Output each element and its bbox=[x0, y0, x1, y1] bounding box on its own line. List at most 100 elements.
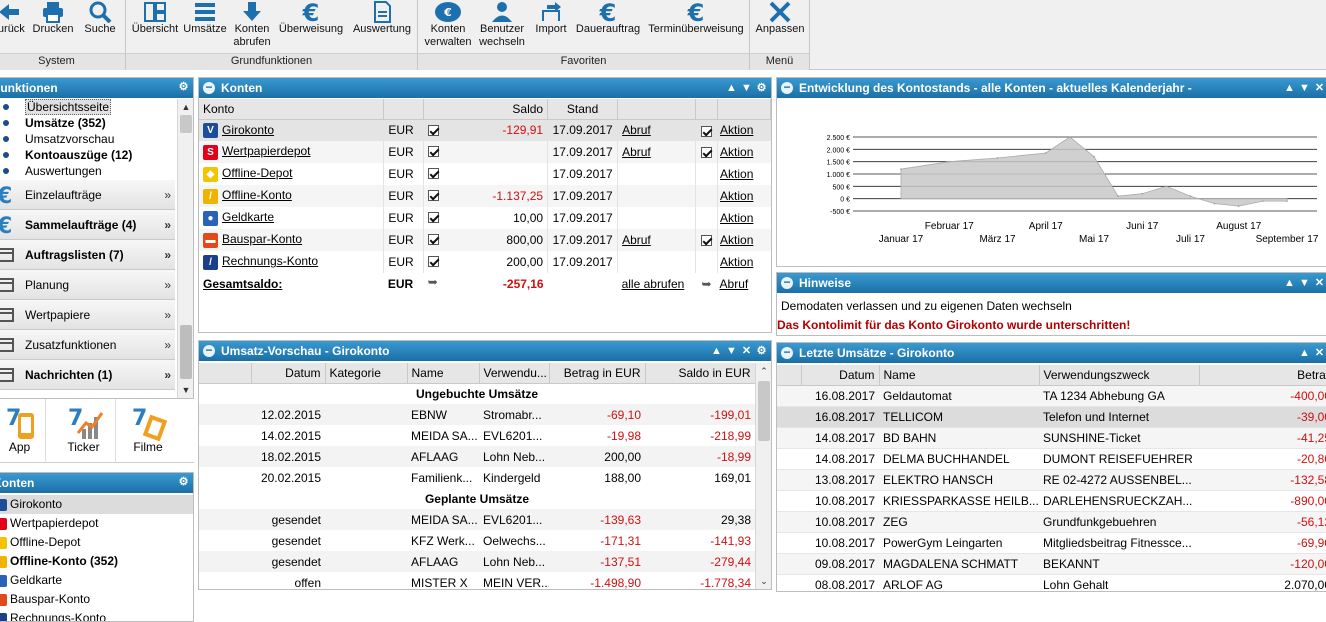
function-group-4[interactable]: Wertpapiere » bbox=[0, 300, 175, 330]
account-row[interactable]: ● Geldkarte EUR 10,00 17.09.2017 Aktion bbox=[199, 207, 771, 229]
scroll-thumb[interactable] bbox=[180, 115, 192, 133]
transaction-row[interactable]: 10.08.2017 PowerGym Leingarten Mitgliedsbe… bbox=[777, 532, 1326, 553]
customize-button[interactable]: Anpassen bbox=[752, 0, 808, 52]
function-tree-item[interactable]: Kontoauszüge (12) bbox=[0, 147, 177, 163]
action-link[interactable]: Aktion bbox=[720, 211, 753, 225]
scheduled-transfer-button[interactable]: € Terminüberweisung bbox=[644, 0, 748, 52]
function-tree-item[interactable]: Umsatzvorschau bbox=[0, 131, 177, 147]
function-group-6[interactable]: Nachrichten (1) » bbox=[0, 360, 175, 390]
gear-icon[interactable]: ⚙ bbox=[176, 79, 191, 95]
transaction-row[interactable]: 09.08.2017 MAGDALENA SCHMATT BEKANNT -120,0… bbox=[777, 553, 1326, 574]
auto-fetch-checkbox[interactable] bbox=[701, 125, 713, 137]
auto-fetch-cell[interactable] bbox=[695, 163, 719, 185]
include-checkbox[interactable] bbox=[428, 168, 440, 179]
scroll-thumb-lower[interactable] bbox=[180, 325, 192, 379]
switch-user-button[interactable]: Benutzer wechseln bbox=[476, 0, 528, 52]
fetch-all-link[interactable]: alle abrufen bbox=[622, 277, 685, 291]
preview-row[interactable]: 12.02.2015 EBNW Stromabr... -69,10 -199,01 bbox=[199, 404, 755, 425]
include-checkbox[interactable] bbox=[428, 146, 440, 157]
auto-fetch-cell[interactable] bbox=[695, 185, 719, 207]
account-name-cell[interactable]: / Rechnungs-Konto bbox=[199, 251, 385, 273]
account-row[interactable]: ▬ Bauspar-Konto EUR 800,00 17.09.2017 Abruf Ak… bbox=[199, 229, 771, 251]
gear-icon[interactable]: ⚙ bbox=[176, 474, 191, 490]
function-group-2[interactable]: Auftragslisten (7) » bbox=[0, 240, 175, 270]
include-checkbox[interactable] bbox=[428, 234, 440, 245]
preview-row[interactable]: offen MISTER X MEIN VER... -1.498,90 -1.778,… bbox=[199, 572, 755, 590]
fetch-all-cell[interactable]: alle abrufen bbox=[618, 273, 696, 295]
function-group-5[interactable]: Zusatzfunktionen » bbox=[0, 330, 175, 360]
action-cell[interactable]: Aktion bbox=[718, 185, 771, 207]
action-link[interactable]: Aktion bbox=[720, 145, 753, 159]
print-button[interactable]: Drucken bbox=[28, 0, 78, 52]
abruf-link[interactable]: Abruf bbox=[622, 145, 651, 159]
standing-order-button[interactable]: € Dauerauftrag bbox=[572, 0, 644, 52]
transaction-row[interactable]: 14.08.2017 BD BAHN SUNSHINE-Ticket -41,25 bbox=[777, 427, 1326, 448]
total-abruf-cell[interactable]: Abruf bbox=[718, 273, 771, 295]
account-name-cell[interactable]: ● Geldkarte bbox=[199, 207, 385, 229]
abruf-link[interactable]: Abruf bbox=[622, 233, 651, 247]
auto-fetch-checkbox[interactable] bbox=[701, 235, 713, 247]
preview-scrollbar[interactable]: ⌃ ⌄ bbox=[755, 363, 771, 589]
include-checkbox[interactable] bbox=[428, 124, 440, 136]
abruf-cell[interactable]: Abruf bbox=[617, 229, 697, 251]
action-cell[interactable]: Aktion bbox=[718, 207, 771, 229]
action-link[interactable]: Aktion bbox=[720, 123, 753, 137]
panel-controls[interactable]: ▲ ✕ bbox=[1297, 345, 1326, 361]
function-tree-item[interactable]: Umsätze (352) bbox=[0, 115, 177, 131]
scroll-down-icon[interactable]: ▼ bbox=[178, 382, 193, 398]
account-name-cell[interactable]: ◆ Offline-Depot bbox=[199, 163, 385, 185]
back-button[interactable]: Zurück bbox=[0, 0, 28, 52]
auto-fetch-cell[interactable] bbox=[695, 119, 719, 141]
side-account-item[interactable]: Geldkarte bbox=[0, 571, 193, 590]
panel-controls[interactable]: ▲ ▼ ⚙ bbox=[724, 80, 769, 96]
action-cell[interactable]: Aktion bbox=[718, 229, 771, 251]
demo-data-note[interactable]: Demodaten verlassen und zu eigenen Daten… bbox=[781, 299, 1072, 313]
abruf-cell[interactable] bbox=[617, 207, 697, 229]
overview-button[interactable]: Übersicht bbox=[128, 0, 182, 52]
action-link[interactable]: Aktion bbox=[720, 233, 753, 247]
transaction-row[interactable]: 13.08.2017 ELEKTRO HANSCH RE 02-4272 AUSSE… bbox=[777, 469, 1326, 490]
include-checkbox[interactable] bbox=[428, 190, 440, 201]
auto-fetch-cell[interactable] bbox=[695, 207, 719, 229]
side-account-item[interactable]: Wertpapierdepot bbox=[0, 514, 193, 533]
panel-controls[interactable]: ▲ ▼ ✕ bbox=[1282, 275, 1326, 291]
auto-fetch-cell[interactable] bbox=[695, 141, 719, 163]
transaction-row[interactable]: 10.08.2017 KRIESSPARKASSE HEILB... DARLEHE… bbox=[777, 490, 1326, 511]
action-link[interactable]: Aktion bbox=[720, 255, 753, 269]
action-cell[interactable]: Aktion bbox=[718, 163, 771, 185]
side-account-item[interactable]: Girokonto bbox=[0, 495, 193, 514]
app-tile[interactable]: 7 App bbox=[0, 399, 46, 463]
include-checkbox[interactable] bbox=[428, 256, 440, 267]
transactions-button[interactable]: Umsätze bbox=[182, 0, 228, 52]
scroll-thumb[interactable] bbox=[758, 381, 770, 441]
manage-accounts-button[interactable]: € Konten verwalten bbox=[420, 0, 476, 52]
scroll-up-icon[interactable]: ▲ bbox=[178, 99, 193, 115]
preview-row[interactable]: 18.02.2015 AFLAAG Lohn Neb... 200,00 -18,99 bbox=[199, 446, 755, 467]
action-cell[interactable]: Aktion bbox=[718, 251, 771, 273]
include-checkbox[interactable] bbox=[428, 212, 440, 223]
account-name-cell[interactable]: V Girokonto bbox=[199, 119, 385, 141]
abruf-cell[interactable]: Abruf bbox=[617, 119, 697, 141]
collapse-icon[interactable]: − bbox=[203, 81, 215, 94]
action-link[interactable]: Aktion bbox=[720, 189, 753, 203]
panel-controls[interactable]: ▲ ▼ ✕ bbox=[1282, 80, 1326, 96]
account-row[interactable]: V Girokonto EUR -129,91 17.09.2017 Abruf Aktio… bbox=[199, 119, 771, 141]
abruf-cell[interactable] bbox=[617, 163, 697, 185]
collapse-icon[interactable]: − bbox=[781, 346, 793, 359]
auto-fetch-cell[interactable] bbox=[695, 229, 719, 251]
total-label[interactable]: Gesamtsaldo: bbox=[199, 273, 384, 295]
transaction-row[interactable]: 08.08.2017 ARLOF AG Lohn Gehalt 2.070,00 bbox=[777, 574, 1326, 592]
side-account-item[interactable]: Bauspar-Konto bbox=[0, 590, 193, 609]
scroll-down-icon[interactable]: ⌄ bbox=[756, 573, 771, 589]
account-name-cell[interactable]: / Offline-Konto bbox=[199, 185, 385, 207]
ticker-tile[interactable]: 7 Ticker bbox=[52, 399, 116, 463]
function-group-0[interactable]: € Einzelaufträge » bbox=[0, 180, 175, 210]
evaluation-button[interactable]: Auswertung bbox=[348, 0, 416, 52]
transaction-row[interactable]: 16.08.2017 Geldautomat TA 1234 Abhebung GA… bbox=[777, 385, 1326, 406]
function-group-1[interactable]: € Sammelaufträge (4) » bbox=[0, 210, 175, 240]
collapse-icon[interactable]: − bbox=[203, 344, 215, 357]
scroll-up-icon[interactable]: ⌃ bbox=[756, 363, 771, 379]
fetch-accounts-button[interactable]: Konten abrufen bbox=[228, 0, 276, 52]
side-account-item[interactable]: Rechnungs-Konto bbox=[0, 609, 193, 621]
action-cell[interactable]: Aktion bbox=[718, 141, 771, 163]
